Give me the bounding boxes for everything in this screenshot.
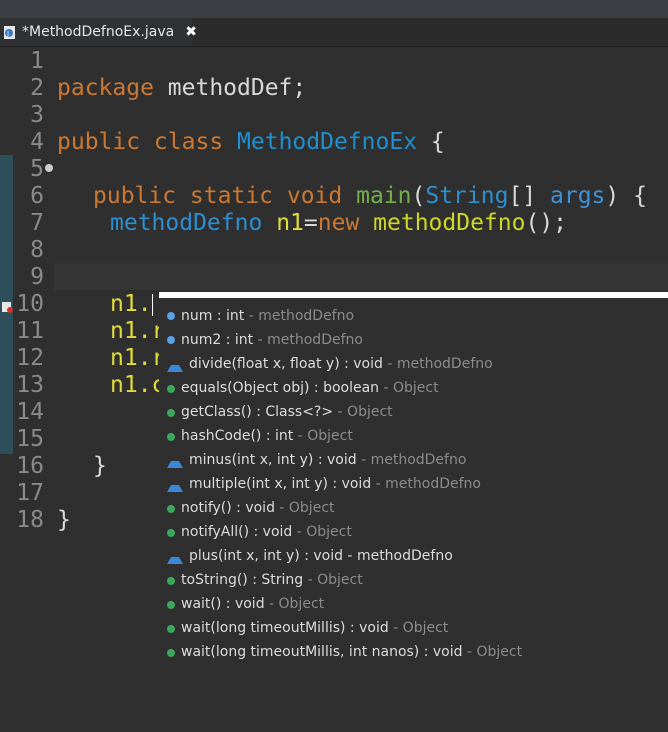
line-number: 14 [0, 399, 668, 426]
line-number-text: 4 [30, 129, 44, 155]
line-number: 10 [0, 291, 668, 318]
line-number-text: 2 [30, 75, 44, 101]
line-number-text: 3 [30, 102, 44, 128]
line-number-text: 1 [30, 48, 44, 74]
line-number: 18 [0, 507, 668, 534]
line-number: 1 [0, 48, 668, 75]
public-method-icon [167, 600, 175, 609]
svg-text:J: J [6, 30, 9, 38]
completion-signature: wait(long timeoutMillis) : void [181, 620, 389, 636]
line-number-text: 18 [16, 507, 44, 533]
completion-owner: - Object [388, 620, 449, 636]
line-number: 2 [0, 75, 668, 102]
editor-tab-strip: J *MethodDefnoEx.java ✖ [0, 18, 668, 47]
line-number-text: 15 [16, 426, 44, 452]
public-method-icon [167, 576, 175, 585]
window-top-bar [0, 0, 668, 18]
completion-signature: plus(int x, int y) : void - methodDefno [189, 548, 453, 564]
completion-owner: - Object [462, 644, 523, 660]
completion-item[interactable]: wait() : void - Object [159, 592, 668, 616]
completion-owner: - Object [303, 572, 363, 588]
line-number-text: 14 [16, 399, 44, 425]
line-number-text: 8 [30, 237, 44, 263]
line-number-text: 10 [16, 291, 44, 317]
line-number-text: 6 [30, 183, 44, 209]
line-number-text: 9 [30, 264, 44, 290]
line-number: 3 [0, 102, 668, 129]
line-number-text: 7 [30, 210, 44, 236]
line-number-text: 17 [16, 480, 44, 506]
completion-item[interactable]: wait(long timeoutMillis) : void - Object [159, 616, 668, 640]
line-number: 17 [0, 480, 668, 507]
completion-signature: toString() : String [181, 572, 304, 588]
line-number-text: 16 [16, 453, 44, 479]
default-method-icon [167, 549, 183, 564]
completion-signature: wait(long timeoutMillis, int nanos) : vo… [181, 644, 463, 660]
java-file-icon: J [3, 24, 17, 40]
line-number: 16 [0, 453, 668, 480]
completion-item[interactable]: toString() : String - Object [159, 568, 668, 592]
line-number: 5 [0, 156, 668, 183]
line-number: 8 [0, 237, 668, 264]
completion-item[interactable]: plus(int x, int y) : void - methodDefno [159, 544, 668, 568]
close-tab-icon[interactable]: ✖ [185, 24, 197, 40]
line-number: 11 [0, 318, 668, 345]
completion-owner: - Object [264, 596, 325, 612]
public-method-icon [167, 648, 175, 657]
line-number-text: 12 [16, 345, 44, 371]
completion-signature: wait() : void [181, 596, 265, 612]
line-number: 7 [0, 210, 668, 237]
line-number: 12 [0, 345, 668, 372]
line-number: 15 [0, 426, 668, 453]
line-number: 9 [0, 264, 668, 291]
line-number-text: 11 [16, 318, 44, 344]
completion-item[interactable]: wait(long timeoutMillis, int nanos) : vo… [159, 640, 668, 664]
line-number: 13 [0, 372, 668, 399]
line-number-text: 13 [16, 372, 44, 398]
tab-methoddefnoex-java[interactable]: J *MethodDefnoEx.java ✖ [0, 18, 197, 46]
line-number-text: 5 [30, 156, 44, 182]
public-method-icon [167, 624, 175, 633]
line-number: 4 [0, 129, 668, 156]
line-number: 6 [0, 183, 668, 210]
tab-label: *MethodDefnoEx.java [22, 24, 175, 40]
